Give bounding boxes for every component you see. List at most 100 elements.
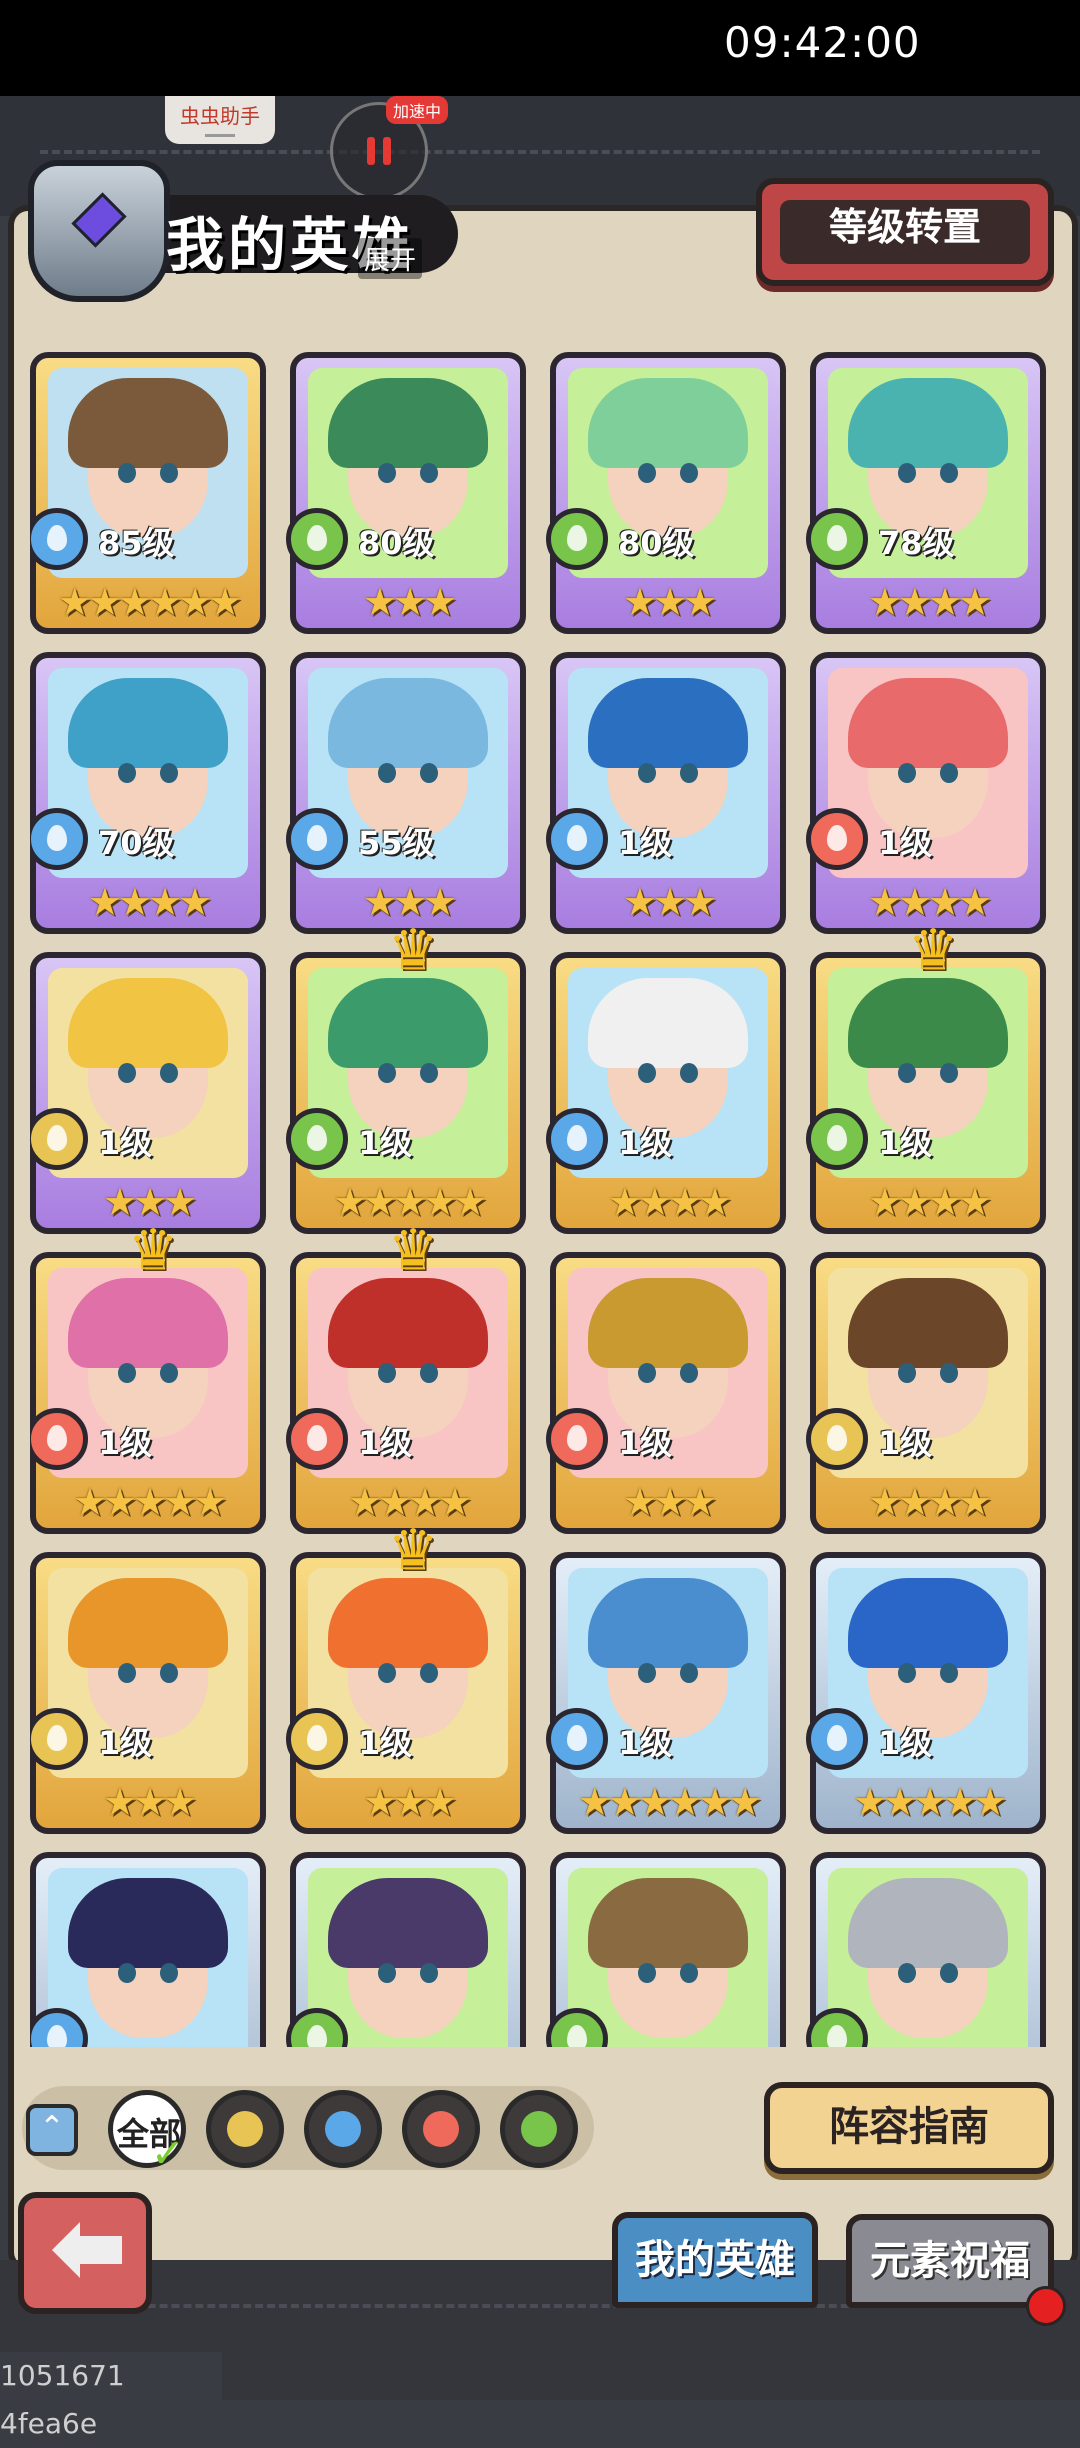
hero-eye [680,1963,698,1983]
hero-eye [638,1963,656,1983]
hero-hair [328,1878,488,1968]
hero-card[interactable] [806,1852,1046,2047]
hero-eye [940,763,958,783]
hero-level: 1级 [618,1424,673,1462]
fire-element-icon [546,1408,608,1470]
hero-card[interactable]: 1级★★★★ [546,952,786,1234]
filter-earth-button[interactable] [206,2090,284,2168]
hero-card[interactable]: 80级 ★★★ [286,352,526,634]
hero-stars: ★★★★ [867,1480,992,1524]
hero-card[interactable]: 1级★★★★★ [30,1218,266,1534]
hero-card[interactable]: 1级★★★★★ [806,1552,1046,1834]
chevron-up-icon[interactable]: ⌃ [26,2104,78,2156]
hero-card[interactable]: 1级★★★ [546,652,786,934]
hero-level: 1级 [98,1724,153,1762]
hero-eye [378,763,396,783]
filter-water-button[interactable] [304,2090,382,2168]
hero-eye [378,1363,396,1383]
hero-eye [680,1363,698,1383]
crown-icon [380,1518,450,1583]
helper-pill[interactable]: 虫虫助手 [165,96,275,144]
wind-element-icon [546,508,608,570]
crown-icon [380,918,450,983]
hero-eye [118,1063,136,1083]
hero-card[interactable]: 1级★★★★ [806,652,1046,934]
hero-eye [680,1063,698,1083]
hero-eye [638,1363,656,1383]
hero-hair [328,978,488,1068]
hero-card[interactable]: 85级 ★★★★★★ [30,352,266,634]
hero-hair [588,1878,748,1968]
hero-stars: ★★★ [362,1780,457,1824]
hero-card[interactable]: 1级★★★★ [806,1252,1046,1534]
hero-card[interactable]: 1级★★★★★ [286,918,526,1234]
hero-level: 80级 [618,524,695,562]
hero-eye [160,1363,178,1383]
level-transfer-label: 等级转置 [780,200,1030,264]
hero-hair [328,678,488,768]
hero-level: 70级 [98,824,175,862]
hero-card[interactable] [546,1852,786,2047]
hero-card[interactable]: 1级★★★★ [286,1218,526,1534]
hero-card[interactable]: 1级★★★ [30,952,266,1234]
hero-hair [588,1578,748,1668]
water-element-icon [546,1108,608,1170]
hero-eye [118,1663,136,1683]
hero-eye [898,1963,916,1983]
hero-eye [638,1063,656,1083]
tab-my-heroes[interactable]: 我的英雄 [612,2212,818,2308]
hero-eye [898,763,916,783]
hero-hair [68,1278,228,1368]
hero-eye [680,1663,698,1683]
hero-hair [328,1278,488,1368]
filter-fire-button[interactable] [402,2090,480,2168]
hero-stars: ★★★ [622,580,717,624]
hero-eye [940,1963,958,1983]
hero-eye [680,463,698,483]
hero-level: 1级 [878,824,933,862]
earth-element-icon [286,1708,348,1770]
hero-eye [680,763,698,783]
hero-card[interactable]: 78级 ★★★★ [806,352,1046,634]
check-icon: ✓ [151,2131,185,2177]
filter-all-button[interactable]: 全部 ✓ [108,2090,186,2177]
hero-card[interactable]: 55级 ★★★ [286,652,526,934]
fire-element-icon [286,1408,348,1470]
hero-card[interactable]: 1级★★★ [30,1552,266,1834]
hero-level: 1级 [878,1124,933,1162]
expand-button[interactable]: 展开 [358,238,423,279]
hero-card[interactable]: 1级★★★★ [806,918,1046,1234]
hero-level: 1级 [878,1724,933,1762]
hero-card[interactable]: 80级 ★★★ [546,352,786,634]
level-transfer-button[interactable]: 等级转置 [756,178,1054,286]
hero-card[interactable]: 1级 ★★★★★★ [546,1552,786,1834]
hero-level: 1级 [618,824,673,862]
hero-card[interactable] [286,1852,526,2047]
hero-card[interactable]: 1级 ★★★ [286,1518,526,1834]
hero-card[interactable]: 70级 ★★★★ [30,652,266,934]
hero-level: 78级 [878,524,955,562]
hero-hair [848,978,1008,1068]
water-element-icon [286,808,348,870]
hero-eye [420,463,438,483]
hero-eye [940,1063,958,1083]
hero-hair [328,1578,488,1668]
hero-stars: ★★★★★ [72,1480,227,1524]
hero-eye [898,463,916,483]
hero-level: 1级 [358,1124,413,1162]
hero-hair [848,378,1008,468]
lineup-guide-button[interactable]: 阵容指南 [764,2082,1054,2174]
water-element-icon [325,2111,361,2147]
hero-level: 1级 [358,1424,413,1462]
hero-stars: ★★★★★★ [57,580,242,624]
hero-level: 1级 [358,1724,413,1762]
hero-card[interactable]: 1级★★★ [546,1252,786,1534]
hero-card[interactable] [30,1852,266,2047]
wind-element-icon [286,1108,348,1170]
tab-element-blessing[interactable]: 元素祝福 [846,2214,1054,2308]
hero-eye [940,463,958,483]
filter-wind-button[interactable] [500,2090,578,2168]
hero-eye [898,1663,916,1683]
helmet-icon [28,160,170,302]
back-button[interactable] [18,2192,152,2314]
